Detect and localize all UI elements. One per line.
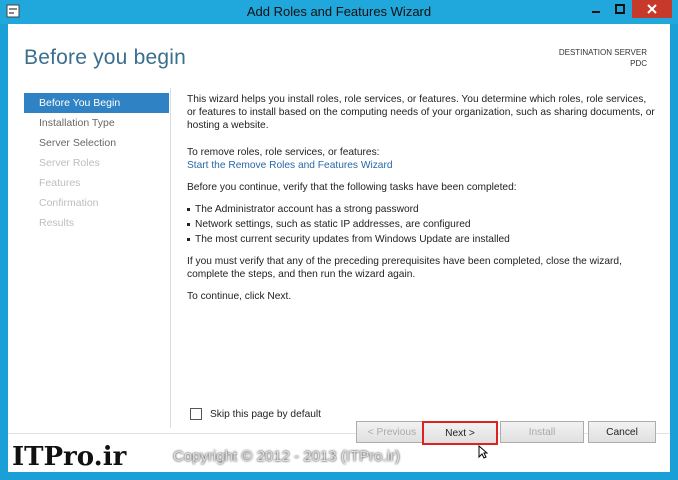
list-item: The Administrator account has a strong p… — [187, 203, 657, 216]
continue-note: To continue, click Next. — [187, 291, 292, 302]
nav-item-before-you-begin[interactable]: Before You Begin — [24, 93, 169, 113]
nav-item-confirmation: Confirmation — [39, 197, 99, 209]
window-title: Add Roles and Features Wizard — [246, 4, 432, 19]
maximize-icon — [615, 4, 625, 14]
verify-intro: Before you continue, verify that the fol… — [187, 182, 517, 193]
wizard-nav: Before You Begin Installation Type Serve… — [24, 93, 169, 233]
close-button[interactable] — [632, 0, 672, 18]
watermark-logo: ITPro.ir — [12, 442, 127, 472]
destination-server: DESTINATION SERVER PDC — [559, 47, 647, 69]
remove-wizard-link[interactable]: Start the Remove Roles and Features Wiza… — [187, 159, 657, 172]
nav-item-server-roles: Server Roles — [39, 157, 100, 169]
window-controls — [584, 0, 672, 20]
mouse-cursor-icon — [478, 445, 488, 459]
skip-option[interactable]: Skip this page by default — [190, 408, 321, 420]
window-bottom-border — [0, 472, 678, 480]
next-button[interactable]: Next > — [422, 421, 498, 445]
minimize-icon — [592, 11, 600, 13]
button-row: < Previous Next > Install Cancel — [0, 421, 678, 445]
remove-prompt: To remove roles, role services, or featu… — [187, 147, 380, 158]
cancel-button[interactable]: Cancel — [588, 421, 656, 443]
prereq-note: If you must verify that any of the prece… — [187, 256, 622, 280]
skip-label: Skip this page by default — [210, 408, 322, 420]
destination-label: DESTINATION SERVER — [558, 48, 647, 57]
list-item: The most current security updates from W… — [187, 233, 657, 246]
nav-divider — [170, 88, 171, 428]
page-title: Before you begin — [24, 46, 186, 69]
content-pane: This wizard helps you install roles, rol… — [187, 93, 657, 312]
prereq-list: The Administrator account has a strong p… — [187, 203, 657, 246]
previous-button[interactable]: < Previous — [356, 421, 428, 443]
copyright-overlay: Copyright © 2012 - 2013 (ITPro.ir) — [173, 448, 400, 465]
nav-item-features: Features — [39, 177, 81, 189]
install-button[interactable]: Install — [500, 421, 584, 443]
wizard-client-area: Before you begin DESTINATION SERVER PDC … — [8, 24, 670, 472]
nav-item-results: Results — [39, 217, 75, 229]
nav-item-server-selection[interactable]: Server Selection — [24, 133, 169, 153]
nav-item-installation-type[interactable]: Installation Type — [24, 113, 169, 133]
intro-text: This wizard helps you install roles, rol… — [187, 94, 655, 131]
maximize-button[interactable] — [608, 0, 632, 18]
minimize-button[interactable] — [584, 0, 608, 18]
skip-checkbox[interactable] — [190, 408, 202, 420]
destination-value: PDC — [630, 59, 647, 68]
close-icon — [647, 4, 657, 14]
list-item: Network settings, such as static IP addr… — [187, 218, 657, 231]
title-bar: Add Roles and Features Wizard — [0, 0, 678, 24]
remove-section: To remove roles, role services, or featu… — [187, 146, 657, 172]
